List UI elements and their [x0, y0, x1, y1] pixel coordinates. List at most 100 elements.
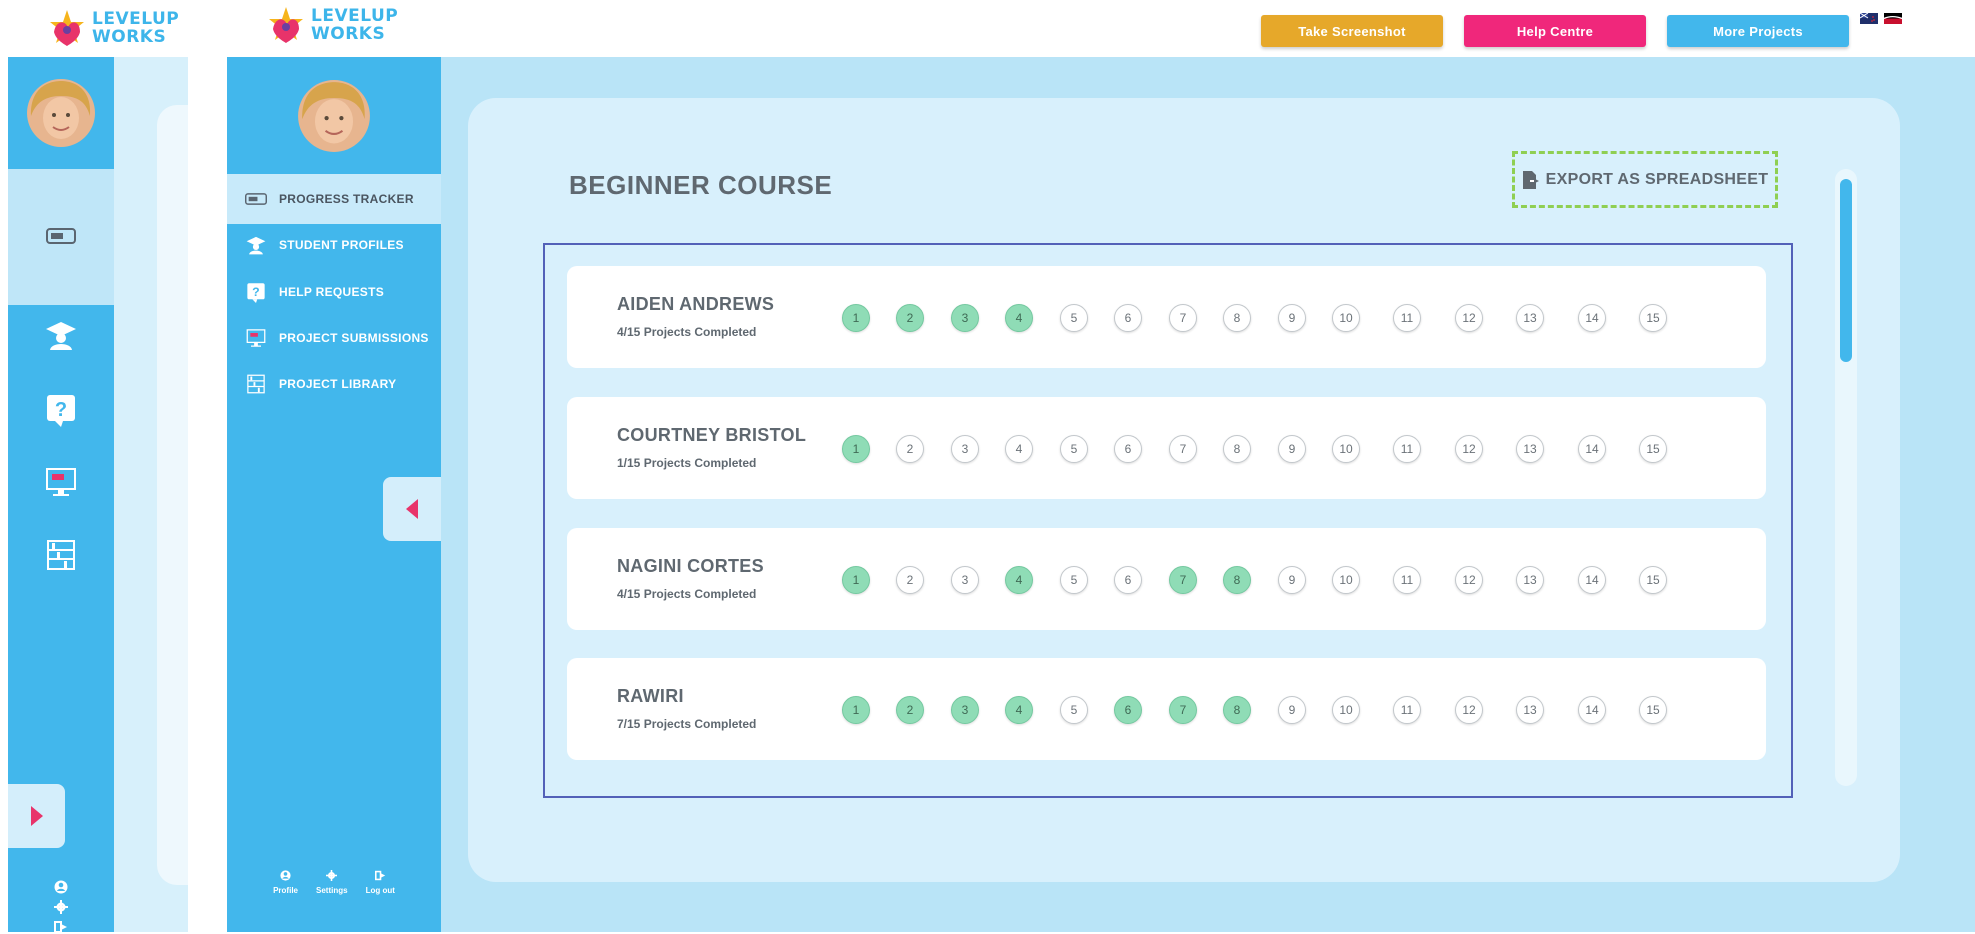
project-dot[interactable]: 12: [1455, 566, 1483, 594]
project-dot[interactable]: 4: [1005, 696, 1033, 724]
logout-link[interactable]: Log out: [366, 870, 395, 895]
sidebar-item-label: PROGRESS TRACKER: [279, 192, 414, 206]
project-dot[interactable]: 10: [1332, 566, 1360, 594]
maori-flag-icon[interactable]: [1884, 13, 1902, 24]
profile-link[interactable]: Profile: [273, 870, 298, 895]
project-dot[interactable]: 10: [1332, 696, 1360, 724]
project-dot[interactable]: 15: [1639, 566, 1667, 594]
project-dot[interactable]: 10: [1332, 304, 1360, 332]
project-dot[interactable]: 3: [951, 304, 979, 332]
project-dot[interactable]: 1: [842, 696, 870, 724]
project-dot[interactable]: 8: [1223, 696, 1251, 724]
project-dot[interactable]: 9: [1278, 435, 1306, 463]
project-dot[interactable]: 5: [1060, 566, 1088, 594]
sidebar-item-label: PROJECT SUBMISSIONS: [279, 331, 429, 345]
rail-expand-button[interactable]: [8, 784, 65, 848]
brand-line2: WORKS: [311, 24, 386, 44]
sidebar-item-help-requests[interactable]: ? HELP REQUESTS: [227, 267, 441, 317]
project-dot[interactable]: 6: [1114, 696, 1142, 724]
project-dot[interactable]: 8: [1223, 435, 1251, 463]
scrollbar-thumb[interactable]: [1840, 179, 1852, 362]
project-dot[interactable]: 3: [951, 566, 979, 594]
project-dot[interactable]: 7: [1169, 566, 1197, 594]
student-progress: 4/15 Projects Completed: [617, 325, 757, 339]
project-dot[interactable]: 6: [1114, 566, 1142, 594]
project-dot[interactable]: 15: [1639, 435, 1667, 463]
project-dot[interactable]: 5: [1060, 696, 1088, 724]
avatar[interactable]: [297, 79, 371, 153]
question-icon[interactable]: ?: [43, 392, 79, 428]
project-dot[interactable]: 4: [1005, 304, 1033, 332]
project-dot[interactable]: 7: [1169, 304, 1197, 332]
project-dot[interactable]: 15: [1639, 696, 1667, 724]
project-dot[interactable]: 13: [1516, 566, 1544, 594]
export-spreadsheet-button[interactable]: EXPORT AS SPREADSHEET: [1512, 151, 1778, 208]
project-dot[interactable]: 1: [842, 435, 870, 463]
project-dot[interactable]: 2: [896, 304, 924, 332]
help-centre-button[interactable]: Help Centre: [1464, 15, 1646, 47]
project-dot[interactable]: 2: [896, 566, 924, 594]
project-dot[interactable]: 9: [1278, 566, 1306, 594]
project-dot[interactable]: 7: [1169, 696, 1197, 724]
project-dot[interactable]: 3: [951, 696, 979, 724]
project-dot[interactable]: 5: [1060, 304, 1088, 332]
take-screenshot-button[interactable]: Take Screenshot: [1261, 15, 1443, 47]
project-dots: 1 2 3 4 5 6 7 8 9 10 11 12 13 14 15: [842, 435, 1722, 463]
project-dot[interactable]: 12: [1455, 696, 1483, 724]
logout-icon: [374, 870, 385, 881]
student-progress: 4/15 Projects Completed: [617, 587, 757, 601]
progress-bar-icon[interactable]: [43, 218, 79, 254]
student-progress: 7/15 Projects Completed: [617, 717, 757, 731]
project-dot[interactable]: 14: [1578, 566, 1606, 594]
monitor-icon[interactable]: [43, 464, 79, 500]
project-dot[interactable]: 2: [896, 435, 924, 463]
project-dot[interactable]: 6: [1114, 304, 1142, 332]
project-dot[interactable]: 11: [1393, 304, 1421, 332]
project-dot[interactable]: 12: [1455, 304, 1483, 332]
project-dot[interactable]: 10: [1332, 435, 1360, 463]
project-dot[interactable]: 3: [951, 435, 979, 463]
sidebar-item-project-submissions[interactable]: PROJECT SUBMISSIONS: [227, 313, 441, 363]
brand-line1: LEVELUP: [92, 9, 180, 29]
project-dot[interactable]: 2: [896, 696, 924, 724]
project-dot[interactable]: 4: [1005, 566, 1033, 594]
project-dot[interactable]: 1: [842, 304, 870, 332]
student-row[interactable]: COURTNEY BRISTOL 1/15 Projects Completed…: [567, 397, 1766, 499]
project-dot[interactable]: 13: [1516, 304, 1544, 332]
project-dot[interactable]: 9: [1278, 696, 1306, 724]
project-dot[interactable]: 11: [1393, 435, 1421, 463]
profile-icon[interactable]: [54, 880, 68, 894]
student-row[interactable]: RAWIRI 7/15 Projects Completed 123456789…: [567, 658, 1766, 760]
project-dot[interactable]: 9: [1278, 304, 1306, 332]
project-dot[interactable]: 8: [1223, 566, 1251, 594]
bookshelf-icon[interactable]: [43, 537, 79, 573]
project-dot[interactable]: 14: [1578, 696, 1606, 724]
student-row[interactable]: AIDEN ANDREWS 4/15 Projects Completed 12…: [567, 266, 1766, 368]
settings-gear-icon: [326, 870, 338, 881]
settings-gear-icon[interactable]: [54, 900, 68, 914]
sidebar-item-project-library[interactable]: PROJECT LIBRARY: [227, 359, 441, 409]
sidebar-item-student-profiles[interactable]: STUDENT PROFILES: [227, 220, 441, 270]
project-dot[interactable]: 11: [1393, 566, 1421, 594]
project-dot[interactable]: 7: [1169, 435, 1197, 463]
project-dot[interactable]: 15: [1639, 304, 1667, 332]
project-dot[interactable]: 13: [1516, 435, 1544, 463]
settings-link[interactable]: Settings: [316, 870, 348, 895]
project-dot[interactable]: 5: [1060, 435, 1088, 463]
project-dot[interactable]: 14: [1578, 304, 1606, 332]
more-projects-button[interactable]: More Projects: [1667, 15, 1849, 47]
project-dot[interactable]: 12: [1455, 435, 1483, 463]
project-dot[interactable]: 4: [1005, 435, 1033, 463]
project-dot[interactable]: 6: [1114, 435, 1142, 463]
nz-flag-icon[interactable]: [1860, 13, 1878, 24]
student-row[interactable]: NAGINI CORTES 4/15 Projects Completed 12…: [567, 528, 1766, 630]
graduate-icon[interactable]: [43, 317, 79, 353]
project-dot[interactable]: 8: [1223, 304, 1251, 332]
sidebar-item-progress-tracker[interactable]: PROGRESS TRACKER: [227, 174, 441, 224]
project-dot[interactable]: 11: [1393, 696, 1421, 724]
avatar[interactable]: [26, 78, 96, 148]
project-dot[interactable]: 14: [1578, 435, 1606, 463]
sidebar-collapse-button[interactable]: [383, 477, 441, 541]
project-dot[interactable]: 1: [842, 566, 870, 594]
project-dot[interactable]: 13: [1516, 696, 1544, 724]
